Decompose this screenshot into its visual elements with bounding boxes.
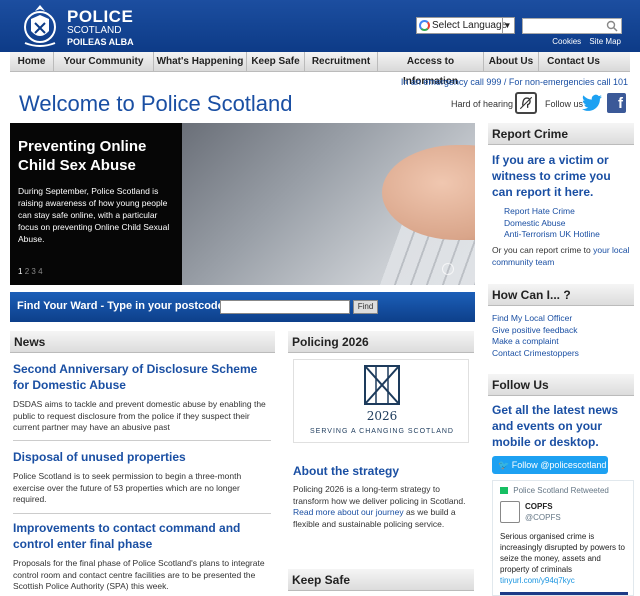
carousel-dot-1[interactable]: 1 [18, 267, 22, 276]
how-can-i-heading: How Can I... ? [488, 284, 634, 306]
how-can-i-links: Find My Local Officer Give positive feed… [492, 313, 579, 359]
keep-safe-heading: Keep Safe [288, 569, 474, 591]
ward-finder-label: Find Your Ward - Type in your postcode: [17, 300, 228, 312]
hero-carousel[interactable]: Preventing Online Child Sex Abuse During… [10, 123, 475, 285]
carousel-pause-icon[interactable] [442, 263, 454, 275]
hand-illustration [382, 145, 475, 240]
hearing-loop-icon[interactable] [515, 92, 537, 114]
twitter-follow-label: Follow @policescotland [511, 460, 607, 470]
cookies-link[interactable]: Cookies [552, 37, 581, 46]
site-map-link[interactable]: Site Map [589, 37, 621, 46]
brand-gaelic: POILEAS ALBA [67, 37, 134, 47]
emergency-numbers: In an emergency call 999 / For non-emerg… [400, 77, 628, 87]
tweet-text: Serious organised crime is increasingly … [500, 531, 630, 586]
twitter-bird-icon: 🐦 [498, 460, 510, 470]
retweet-line: Police Scotland Retweeted [500, 486, 609, 495]
news-item-body: Proposals for the final phase of Police … [13, 558, 265, 591]
tweet-link[interactable]: tinyurl.com/y94q7kyc [500, 576, 575, 585]
report-note-text: Or you can report crime to [492, 245, 591, 255]
read-more-link[interactable]: Read more about our journey [293, 507, 404, 517]
carousel-dot-3[interactable]: 3 [31, 267, 35, 276]
policing-2026-heading: Policing 2026 [288, 331, 474, 353]
news-item-title[interactable]: Second Anniversary of Disclosure Scheme … [13, 361, 271, 393]
report-hate-crime-link[interactable]: Report Hate Crime [504, 206, 600, 218]
nav-contact-us[interactable]: Contact Us [539, 52, 608, 71]
hero-text: During September, Police Scotland is rai… [18, 186, 170, 244]
carousel-pager: 1 2 3 4 [18, 267, 43, 276]
retweet-icon [500, 487, 508, 495]
language-label: Select Language [432, 20, 508, 31]
divider [13, 440, 271, 441]
tweet-author-handle[interactable]: @COPFS [525, 513, 561, 522]
news-item: Second Anniversary of Disclosure Scheme … [13, 361, 271, 434]
main-nav: Home Your Community What's Happening Kee… [10, 52, 630, 87]
policing-2026-logo[interactable]: 2026 SERVING A CHANGING SCOTLAND [293, 359, 469, 443]
policing-2026-tagline: SERVING A CHANGING SCOTLAND [310, 428, 454, 435]
language-select[interactable]: Select Language ▼ [416, 17, 515, 34]
ward-finder: Find Your Ward - Type in your postcode: … [10, 292, 475, 322]
find-button[interactable]: Find [353, 300, 378, 314]
news-item-body: Police Scotland is to seek permission to… [13, 471, 242, 504]
report-crime-note: Or you can report crime to your local co… [492, 245, 634, 268]
about-text-start: Policing 2026 is a long-term strategy to… [293, 484, 466, 506]
tweet-author-name[interactable]: COPFS [525, 502, 553, 511]
report-crime-lead[interactable]: If you are a victim or witness to crime … [492, 152, 634, 200]
retweeted-label: Police Scotland Retweeted [513, 486, 609, 495]
carousel-dot-2[interactable]: 2 [25, 267, 29, 276]
policing-2026-year: 2026 [366, 409, 398, 423]
hero-title[interactable]: Preventing Online Child Sex Abuse [18, 137, 178, 175]
domestic-abuse-link[interactable]: Domestic Abuse [504, 218, 600, 230]
nav-about-us[interactable]: About Us [484, 52, 539, 71]
postcode-input[interactable] [220, 300, 350, 314]
top-links: Cookies Site Map [546, 37, 621, 46]
brand-police: POLICE [67, 7, 134, 26]
news-heading: News [10, 331, 275, 353]
nav-recruitment[interactable]: Recruitment [305, 52, 378, 71]
anti-terrorism-link[interactable]: Anti-Terrorism UK Hotline [504, 229, 600, 241]
twitter-icon[interactable] [582, 94, 602, 112]
search-icon[interactable] [606, 20, 618, 32]
twitter-follow-button[interactable]: 🐦 Follow @policescotland [492, 456, 608, 474]
news-item: Improvements to contact command and cont… [13, 520, 271, 593]
google-icon [419, 20, 430, 31]
brand-scotland: SCOTLAND [67, 25, 122, 36]
make-complaint-link[interactable]: Make a complaint [492, 336, 579, 348]
find-local-officer-link[interactable]: Find My Local Officer [492, 313, 579, 325]
about-strategy-title[interactable]: About the strategy [293, 464, 399, 478]
dropdown-arrow-icon: ▼ [502, 18, 512, 33]
follow-us-lead: Get all the latest news and events on yo… [492, 403, 619, 449]
positive-feedback-link[interactable]: Give positive feedback [492, 325, 579, 337]
copfs-avatar[interactable] [500, 501, 520, 523]
hero-image [182, 123, 475, 285]
twitter-timeline[interactable]: Police Scotland Retweeted COPFS @COPFS S… [492, 480, 634, 596]
site-header: POLICE SCOTLAND POILEAS ALBA Select Lang… [0, 0, 640, 52]
page-title: Welcome to Police Scotland [19, 91, 293, 116]
police-crest-icon[interactable] [19, 3, 61, 49]
tweet-body: Serious organised crime is increasingly … [500, 532, 625, 574]
news-item: Disposal of unused properties Police Sco… [13, 449, 271, 506]
hard-of-hearing-label: Hard of hearing [451, 99, 514, 109]
report-crime-links: Report Hate Crime Domestic Abuse Anti-Te… [504, 206, 600, 241]
nav-access-to-information[interactable]: Access to Information [378, 52, 484, 87]
policing-2026-emblem-icon [364, 365, 400, 405]
report-crime-heading: Report Crime [488, 123, 634, 145]
nav-home[interactable]: Home [10, 52, 54, 71]
about-strategy-text: Policing 2026 is a long-term strategy to… [293, 484, 473, 530]
news-item-title[interactable]: Improvements to contact command and cont… [13, 520, 271, 552]
nav-keep-safe[interactable]: Keep Safe [247, 52, 305, 71]
follow-us-label: Follow us [545, 99, 584, 109]
follow-us-heading: Follow Us [488, 374, 634, 396]
crimestoppers-link[interactable]: Contact Crimestoppers [492, 348, 579, 360]
nav-your-community[interactable]: Your Community [54, 52, 154, 71]
carousel-dot-4[interactable]: 4 [38, 267, 42, 276]
news-item-title[interactable]: Disposal of unused properties [13, 449, 271, 465]
facebook-icon[interactable]: f [607, 93, 626, 113]
nav-whats-happening[interactable]: What's Happening [154, 52, 247, 71]
divider [13, 513, 271, 514]
news-item-body: DSDAS aims to tackle and prevent domesti… [13, 399, 266, 432]
tweet-footer-bar [500, 592, 628, 595]
